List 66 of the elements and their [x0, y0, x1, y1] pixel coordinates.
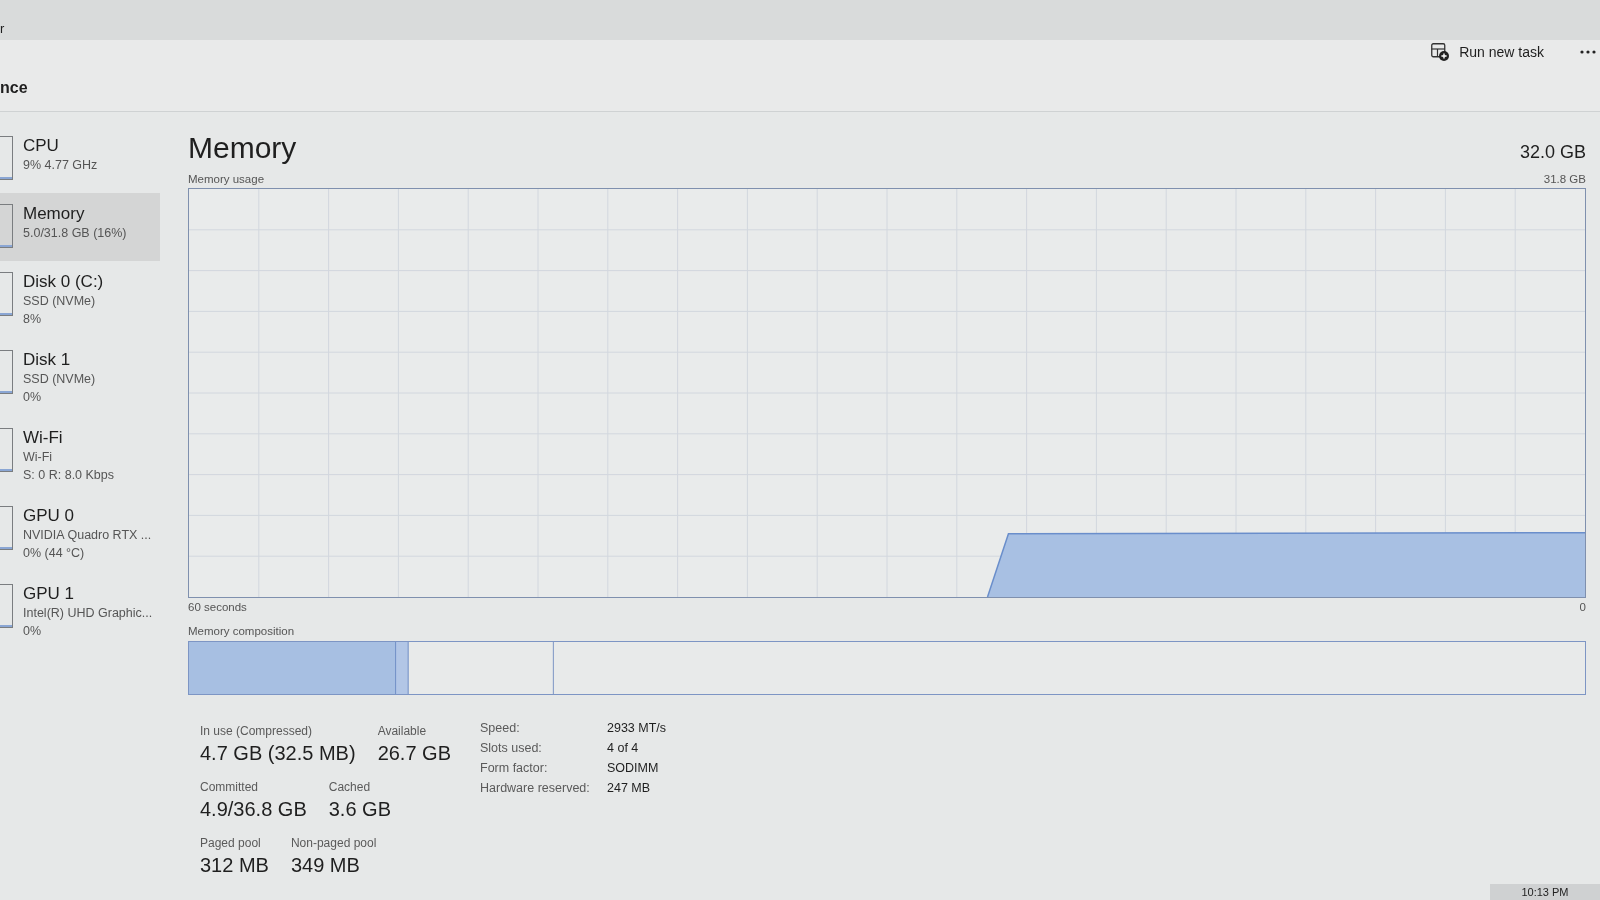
graph-max-label: 31.8 GB [1543, 172, 1586, 186]
sidebar-item-detail: S: 0 R: 8.0 Kbps [23, 467, 115, 484]
sidebar-item-detail: 0% (44 °C) [23, 545, 86, 562]
property-value: SODIMM [607, 760, 660, 777]
sidebar-item-detail: 8% [23, 311, 43, 328]
property-label: Speed: [480, 720, 521, 737]
sidebar-item[interactable]: GPU 0 NVIDIA Quadro RTX ... 0% (44 °C) [0, 495, 160, 573]
stat-label: Non-paged pool [290, 835, 377, 851]
time-span-label: 60 seconds [188, 600, 247, 614]
add-window-icon [1431, 43, 1450, 61]
sidebar-item-detail: 0% [23, 623, 43, 640]
sidebar-item-title: Memory [23, 204, 86, 224]
sidebar-item-detail: SSD (NVMe) [23, 293, 97, 310]
property-label: Form factor: [480, 760, 549, 777]
total-capacity: 32.0 GB [1519, 141, 1586, 164]
more-icon [1580, 50, 1596, 54]
mini-graph-thumbnail [0, 584, 13, 628]
mini-graph-thumbnail [0, 428, 13, 472]
sidebar-item-detail: 5.0/31.8 GB (16%) [23, 225, 127, 242]
property-value: 2933 MT/s [607, 720, 667, 737]
sidebar-item-title: Wi-Fi [23, 428, 64, 448]
stat-value: 3.6 GB [328, 797, 391, 822]
sidebar-item-title: GPU 0 [23, 506, 76, 526]
stat-value: 349 MB [290, 853, 361, 878]
stat-label: In use (Compressed) [200, 723, 314, 739]
time-end-label: 0 [1579, 600, 1586, 614]
stat-label: Available [377, 723, 428, 739]
composition-label: Memory composition [188, 624, 295, 638]
stat-value: 312 MB [200, 853, 269, 878]
graph-label: Memory usage [188, 172, 265, 186]
stat-value: 4.9/36.8 GB [200, 797, 307, 822]
sidebar-item-title: Disk 0 (C:) [23, 272, 104, 292]
sidebar-item[interactable]: CPU 9% 4.77 GHz [0, 125, 160, 193]
sidebar-item-title: GPU 1 [23, 584, 76, 604]
sidebar-item[interactable]: Disk 0 (C:) SSD (NVMe) 8% [0, 261, 160, 339]
sidebar-item-detail: 9% 4.77 GHz [23, 157, 98, 174]
stat-value: 4.7 GB (32.5 MB) [200, 741, 356, 766]
run-new-task-button[interactable]: Run new task [1423, 40, 1552, 64]
sidebar-item[interactable]: GPU 1 Intel(R) UHD Graphic... 0% [0, 573, 160, 651]
sidebar-item-title: Disk 1 [23, 350, 72, 370]
stat-label: Paged pool [200, 835, 262, 851]
sidebar-item-title: CPU [23, 136, 60, 156]
property-label: Slots used: [480, 740, 543, 757]
mini-graph-thumbnail [0, 204, 13, 248]
sidebar-item[interactable]: Memory 5.0/31.8 GB (16%) [0, 193, 160, 261]
window-title: r [0, 20, 5, 38]
stat-label: Committed [200, 779, 259, 795]
property-value: 247 MB [607, 780, 652, 797]
taskbar-clock: 10:13 PM [1521, 885, 1569, 899]
property-value: 4 of 4 [607, 740, 640, 757]
sidebar-item-detail: Wi-Fi [23, 449, 54, 466]
page-title: nce [0, 78, 28, 98]
mini-graph-thumbnail [0, 350, 13, 394]
sidebar-item-detail: SSD (NVMe) [23, 371, 96, 388]
mini-graph-thumbnail [0, 272, 13, 316]
property-label: Hardware reserved: [480, 780, 591, 797]
mini-graph-thumbnail [0, 136, 13, 180]
stat-value: 26.7 GB [377, 741, 451, 766]
sidebar-item[interactable]: Disk 1 SSD (NVMe) 0% [0, 339, 160, 417]
sidebar-item[interactable]: Wi-Fi Wi-Fi S: 0 R: 8.0 Kbps [0, 417, 160, 495]
stat-label: Cached [328, 779, 372, 795]
detail-title: Memory [188, 130, 297, 166]
sidebar-item-detail: Intel(R) UHD Graphic... [23, 605, 153, 622]
sidebar-item-detail: 0% [23, 389, 43, 406]
mini-graph-thumbnail [0, 506, 13, 550]
sidebar-item-detail: NVIDIA Quadro RTX ... [23, 527, 152, 544]
